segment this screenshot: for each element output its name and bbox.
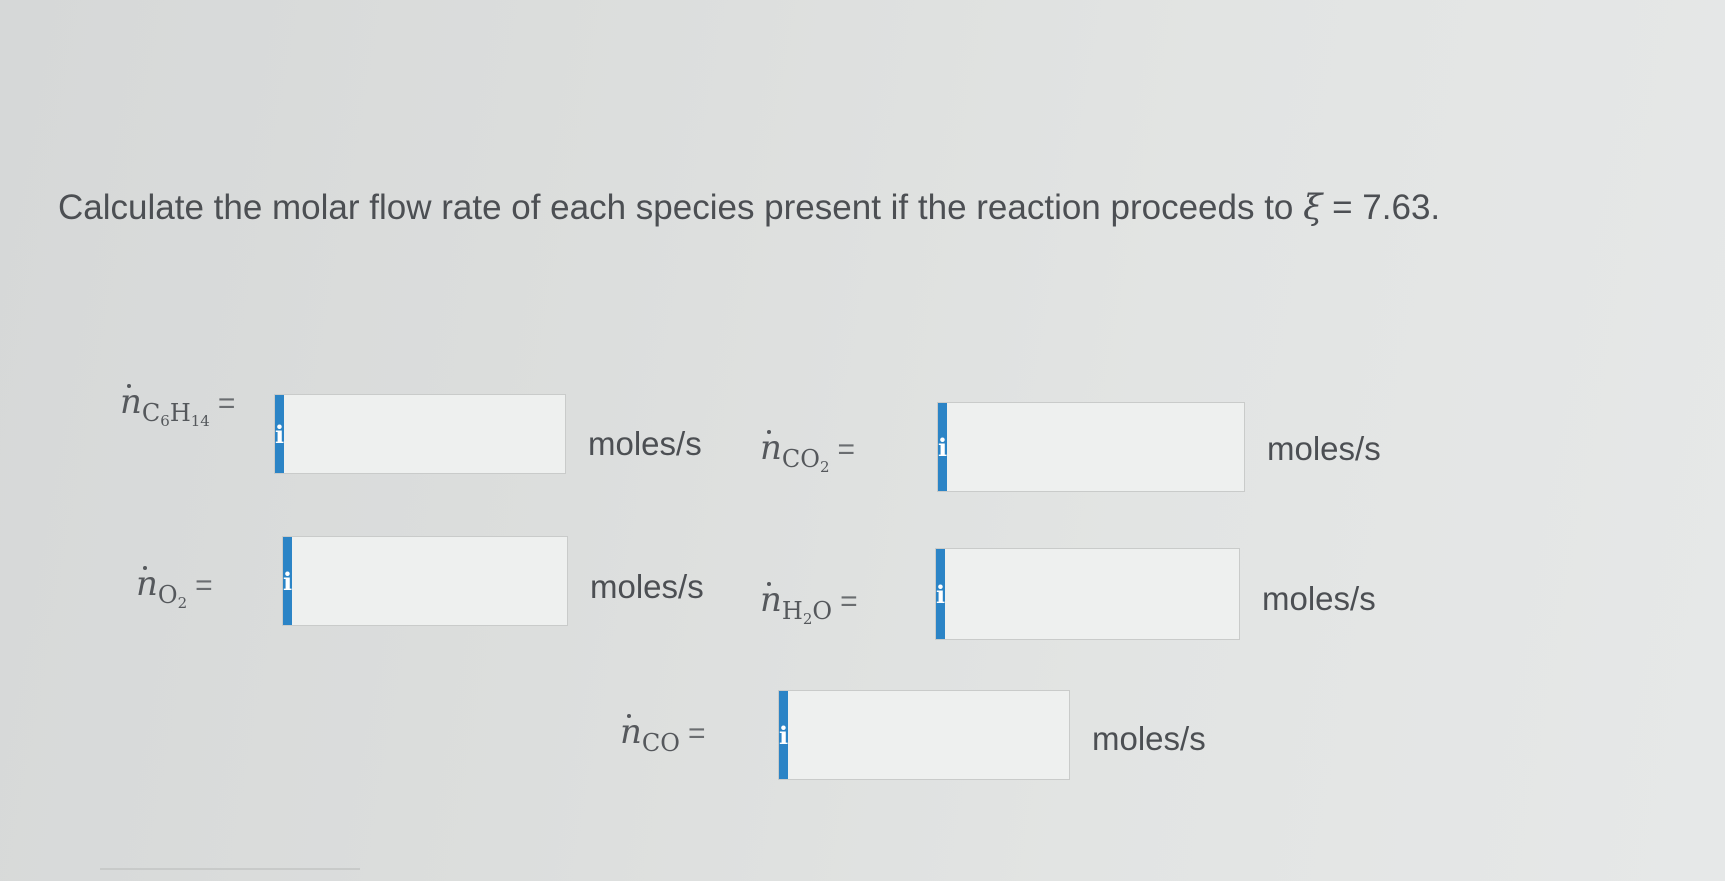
question-suffix: = 7.63. — [1322, 188, 1441, 227]
info-icon: i — [938, 432, 948, 462]
info-icon: i — [936, 579, 946, 609]
equals-sign: = — [217, 387, 236, 420]
equals-sign: = — [687, 717, 706, 750]
divider — [100, 868, 360, 870]
label-co: nCO = — [620, 712, 706, 757]
answer-field-o2[interactable]: i — [282, 536, 652, 626]
n-dot-symbol: n — [620, 712, 642, 752]
species-h2o: H2O — [781, 597, 833, 628]
label-co2: nCO2= — [760, 428, 856, 476]
unit-o2: moles/s — [590, 568, 704, 605]
species-o2: O2 — [157, 581, 188, 612]
species-co: CO — [641, 729, 680, 757]
n-dot-symbol: n — [760, 580, 782, 620]
unit-c6h14: moles/s — [588, 425, 702, 462]
question-text: Calculate the molar flow rate of each sp… — [58, 188, 1440, 228]
label-c6h14: nC6H14= — [120, 382, 236, 430]
co2-input[interactable] — [947, 403, 1307, 491]
info-button[interactable]: i — [283, 537, 293, 625]
h2o-input[interactable] — [945, 549, 1305, 639]
info-button[interactable]: i — [275, 395, 285, 473]
info-button[interactable]: i — [938, 403, 948, 491]
label-h2o: nH2O = — [760, 580, 858, 628]
answer-field-c6h14[interactable]: i — [274, 394, 644, 474]
equals-sign: = — [840, 585, 858, 618]
info-icon: i — [275, 419, 285, 449]
info-icon: i — [283, 566, 293, 596]
answer-field-co2[interactable]: i — [937, 402, 1307, 492]
info-button[interactable]: i — [936, 549, 946, 639]
equals-sign: = — [837, 433, 856, 466]
species-co2: CO2 — [781, 445, 830, 476]
n-dot-symbol: n — [136, 564, 158, 604]
info-icon: i — [779, 720, 789, 750]
answer-field-h2o[interactable]: i — [935, 548, 1305, 640]
n-dot-symbol: n — [120, 382, 142, 422]
info-button[interactable]: i — [779, 691, 789, 779]
equals-sign: = — [195, 569, 213, 602]
unit-co2: moles/s — [1267, 430, 1381, 467]
unit-h2o: moles/s — [1262, 580, 1376, 617]
answer-field-co[interactable]: i — [778, 690, 1148, 780]
species-c6h14: C6H14 — [141, 399, 210, 430]
question-prefix: Calculate the molar flow rate of each sp… — [58, 188, 1304, 227]
unit-co: moles/s — [1092, 720, 1206, 757]
xi-symbol: ξ — [1303, 188, 1323, 228]
n-dot-symbol: n — [760, 428, 782, 468]
label-o2: nO2= — [136, 564, 213, 612]
